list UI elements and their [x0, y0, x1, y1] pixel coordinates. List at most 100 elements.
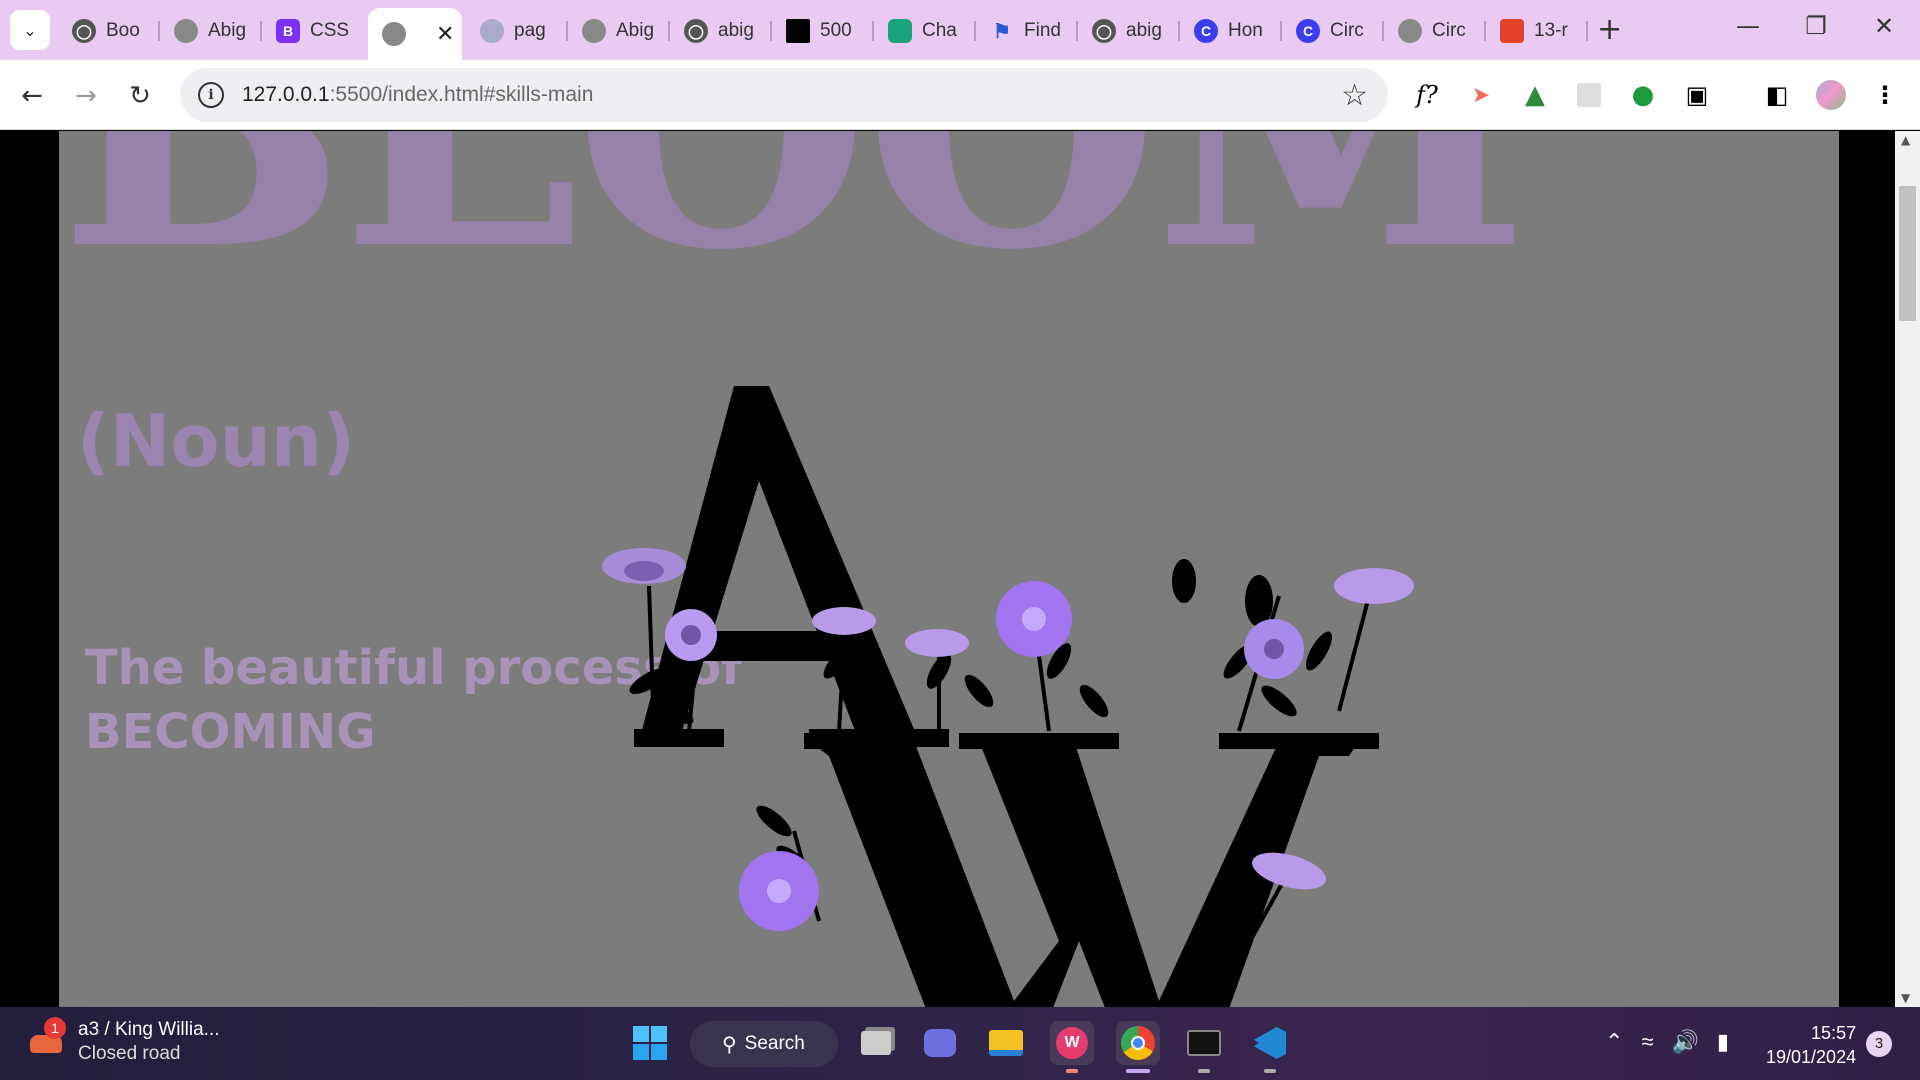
task-view-icon[interactable] [854, 1021, 898, 1065]
globe-icon [1398, 19, 1422, 43]
tab-label: 13-r [1534, 20, 1568, 41]
wifi-icon[interactable]: ≈ [1641, 1029, 1653, 1055]
vscode-icon[interactable] [1248, 1021, 1292, 1073]
tab-label: Abig [208, 20, 247, 41]
tab-label: Abig [616, 20, 655, 41]
chevron-down-icon: ⌄ [23, 20, 37, 40]
traffic-text: a3 / King Willia... Closed road [78, 1019, 220, 1065]
file-explorer-icon[interactable] [984, 1021, 1028, 1065]
tab-label: abig [1126, 20, 1162, 41]
traffic-widget[interactable]: 1 a3 / King Willia... Closed road [26, 1017, 220, 1065]
tab[interactable]: Circ [1384, 10, 1486, 52]
url-text[interactable]: 127.0.0.1:5500/index.html#skills-main [242, 83, 593, 107]
back-arrow-icon[interactable]: ← [12, 76, 52, 116]
tab[interactable]: Abig [160, 10, 262, 52]
address-bar[interactable]: i 127.0.0.1:5500/index.html#skills-main … [180, 68, 1388, 122]
scroll-up-arrow-icon[interactable]: ▲ [1901, 133, 1910, 147]
tab[interactable]: ◯ abig [1078, 10, 1180, 52]
close-window-icon[interactable]: ✕ [1864, 12, 1904, 40]
url-host: 127.0.0.1 [242, 83, 330, 106]
tab[interactable]: pag [466, 10, 568, 52]
taskbar-search[interactable]: ⚲ Search [690, 1021, 838, 1067]
tab[interactable]: B CSS [262, 10, 364, 52]
tab[interactable]: ◯ Boo [58, 10, 160, 52]
site-info-icon[interactable]: i [198, 82, 224, 108]
canva-icon: C [1296, 19, 1320, 43]
chrome-icon[interactable] [1116, 1021, 1160, 1073]
system-tray: ⌃ ≈ 🔊 ▮ [1605, 1029, 1729, 1055]
tab[interactable]: 500 [772, 10, 874, 52]
minimize-icon[interactable]: — [1728, 12, 1768, 40]
volume-icon[interactable]: 🔊 [1672, 1029, 1699, 1055]
scroll-down-arrow-icon[interactable]: ▼ [1901, 991, 1910, 1005]
tab-label: Circ [1330, 20, 1364, 41]
tab-label: Boo [106, 20, 140, 41]
scroll-thumb[interactable] [1899, 186, 1916, 321]
html-tree-extension-icon[interactable]: ▲ [1516, 76, 1554, 114]
tab[interactable]: C Circ [1282, 10, 1384, 52]
traffic-title: a3 / King Willia... [78, 1019, 220, 1040]
tab-label: Cha [922, 20, 957, 41]
tab[interactable]: Abig [568, 10, 670, 52]
menu-kebab-icon[interactable]: ⋮ [1866, 76, 1904, 114]
flower-icon [665, 609, 717, 661]
clock[interactable]: 15:57 19/01/2024 [1766, 1021, 1856, 1069]
tab[interactable]: Cha [874, 10, 976, 52]
flower-icon [1334, 568, 1414, 604]
forward-arrow-icon[interactable]: → [66, 76, 106, 116]
active-indicator [1126, 1069, 1150, 1073]
extensions-puzzle-icon[interactable]: ▣ [1678, 76, 1716, 114]
tab-active[interactable]: ✕ [368, 8, 462, 60]
running-indicator [1198, 1069, 1210, 1073]
record-extension-icon[interactable]: ➤ [1462, 76, 1500, 114]
tab-label: abig [718, 20, 754, 41]
terminal-icon[interactable] [1182, 1021, 1226, 1073]
flag-icon: ⚑ [993, 20, 1011, 43]
evernote-extension-icon[interactable]: ● [1624, 76, 1662, 114]
profile-avatar[interactable] [1812, 76, 1850, 114]
windows-start-icon[interactable] [628, 1021, 672, 1065]
new-tab-plus-icon[interactable]: + [1597, 12, 1622, 47]
flower-icon [602, 548, 686, 584]
tab-label: 500 [820, 20, 852, 41]
notification-badge[interactable]: 3 [1866, 1031, 1892, 1057]
close-tab-icon[interactable]: ✕ [436, 21, 454, 47]
bookmark-star-icon[interactable]: ☆ [1341, 78, 1368, 113]
hero-section: BLOOM (Noun) The beautiful process of BE… [59, 131, 1839, 1007]
flower-icon [905, 629, 969, 657]
github-icon: ◯ [1092, 19, 1116, 43]
battery-icon[interactable]: ▮ [1717, 1029, 1729, 1055]
tab-label: Hon [1228, 20, 1263, 41]
tab[interactable]: 13-r [1486, 10, 1588, 52]
reload-icon[interactable]: ↻ [120, 76, 160, 116]
globe-check-icon [480, 19, 504, 43]
github-icon: ◯ [72, 19, 96, 43]
tab-separator [1586, 21, 1588, 41]
tab-label: pag [514, 20, 546, 41]
tab-label: Find [1024, 20, 1061, 41]
teams-chat-icon[interactable] [918, 1021, 962, 1065]
grid-extension-icon[interactable] [1570, 76, 1608, 114]
tab[interactable]: ◯ abig [670, 10, 772, 52]
search-icon: ⚲ [722, 1033, 737, 1056]
wps-office-icon[interactable]: W [1050, 1021, 1094, 1073]
globe-icon [174, 19, 198, 43]
page-scrollbar[interactable]: ▲ ▼ [1895, 131, 1920, 1007]
bootstrap-icon: B [276, 19, 300, 43]
aw-floral-monogram-image [602, 386, 1414, 1007]
alert-badge: 1 [44, 1017, 66, 1039]
canva-icon: C [1194, 19, 1218, 43]
chatgpt-icon [888, 19, 912, 43]
side-panel-icon[interactable]: ◧ [1758, 76, 1796, 114]
flower-icon [812, 607, 876, 635]
tab-label: CSS [310, 20, 350, 41]
page-viewport: BLOOM (Noun) The beautiful process of BE… [0, 131, 1920, 1007]
restore-icon[interactable]: ❐ [1796, 12, 1836, 40]
car-alert-icon: 1 [26, 1017, 66, 1059]
tab[interactable]: ⚑ Find [976, 10, 1078, 52]
chevron-up-icon[interactable]: ⌃ [1605, 1029, 1623, 1055]
gitlab-icon [1500, 19, 1524, 43]
tab-search-button[interactable]: ⌄ [10, 10, 50, 50]
tab[interactable]: C Hon [1180, 10, 1282, 52]
formula-extension-icon[interactable]: f? [1408, 76, 1446, 114]
